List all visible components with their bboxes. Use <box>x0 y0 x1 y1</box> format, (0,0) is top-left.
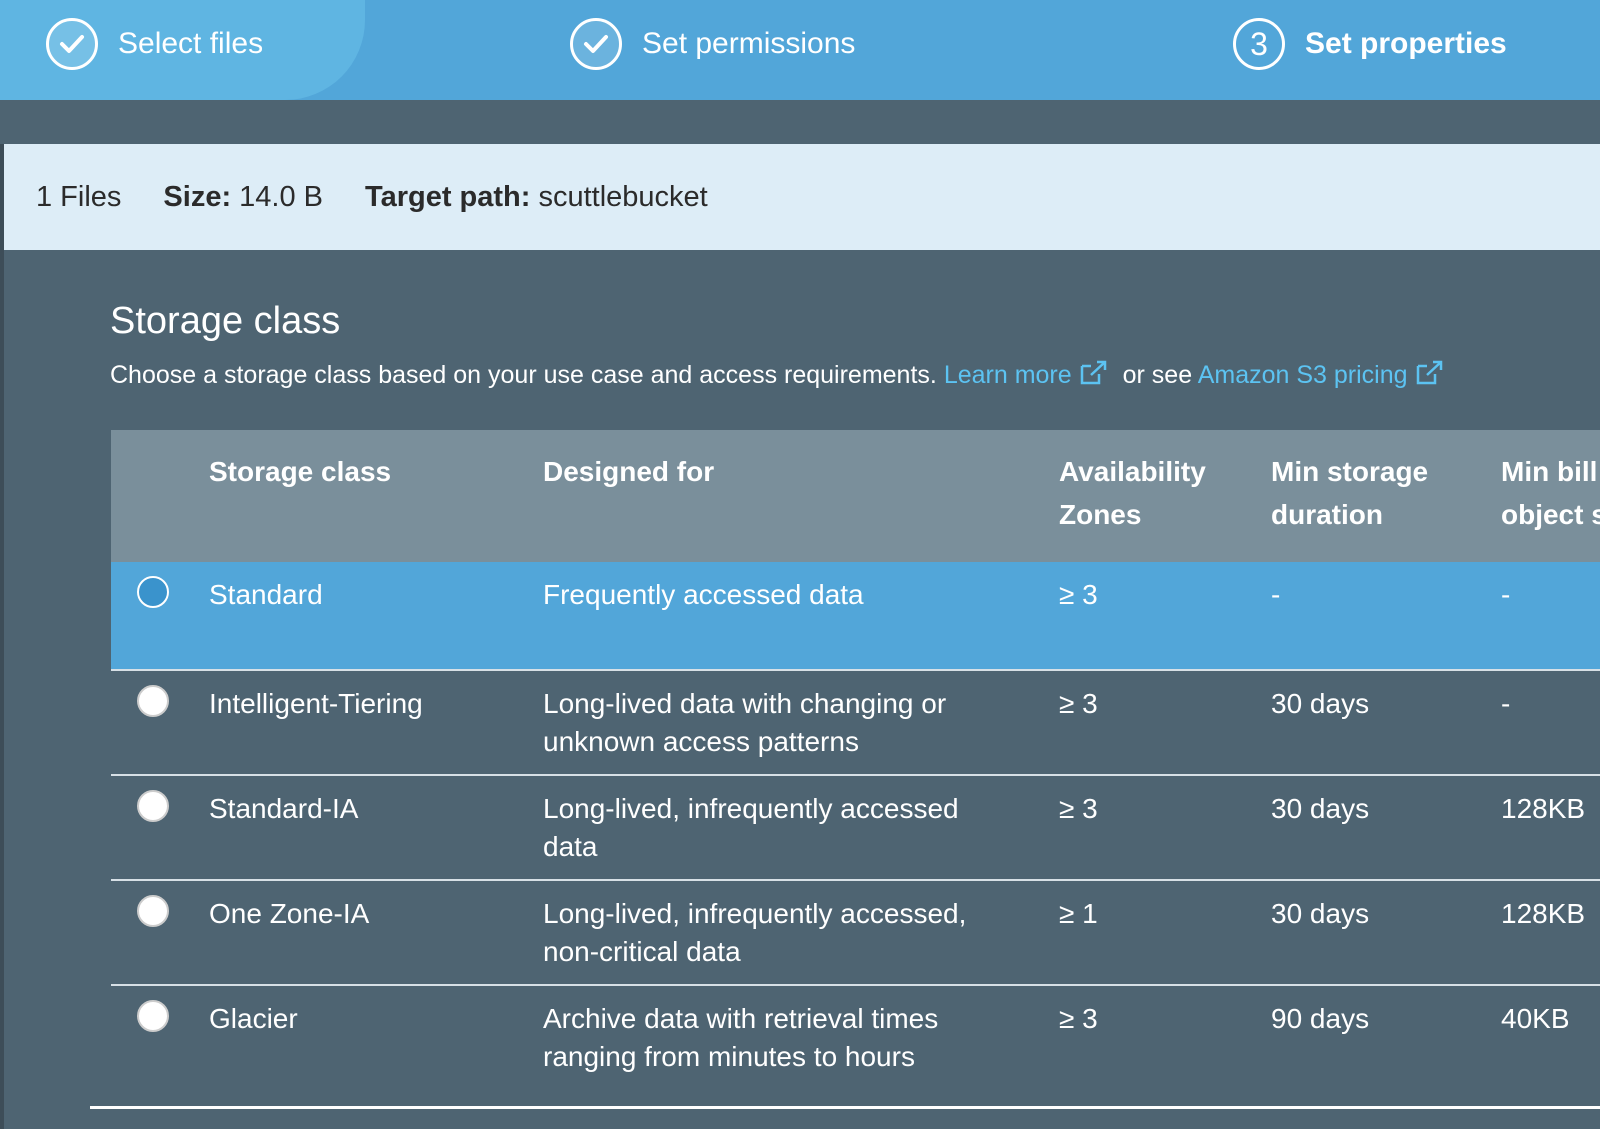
file-size: Size: 14.0 B <box>163 181 323 214</box>
upload-summary-bar: 1 Files Size: 14.0 B Target path: scuttl… <box>4 144 1600 250</box>
text-line: data <box>543 831 598 862</box>
header-line: Min bill <box>1501 456 1598 487</box>
min-billable-size: 128KB <box>1501 793 1586 824</box>
designed-for: Long-lived data with changing or unknown … <box>543 685 946 761</box>
table-row-standard[interactable]: Standard Frequently accessed data ≥ 3 - … <box>111 562 1600 671</box>
availability-zones: ≥ 1 <box>1059 898 1098 929</box>
designed-for: Archive data with retrieval times ranging… <box>543 1000 938 1076</box>
wizard-stepper: Select files Set permissions 3 Set prope… <box>0 0 1600 100</box>
storage-class-name: Intelligent-Tiering <box>209 688 423 719</box>
storage-class-name: One Zone-IA <box>209 898 370 929</box>
step-label: Set properties <box>1305 27 1507 60</box>
min-storage-duration: 30 days <box>1271 793 1370 824</box>
table-bottom-divider <box>90 1106 1600 1109</box>
column-header-designed-for: Designed for <box>543 456 715 487</box>
min-storage-duration: 30 days <box>1271 688 1370 719</box>
checkmark-icon <box>46 18 98 70</box>
text-line: Archive data with retrieval times <box>543 1003 939 1034</box>
text-line: ranging from minutes to hours <box>543 1041 915 1072</box>
text-line: Long-lived data with changing or <box>543 688 947 719</box>
step-select-files[interactable]: Select files <box>46 16 263 72</box>
step-label: Select files <box>118 27 264 60</box>
column-header-storage-class: Storage class <box>209 456 392 487</box>
table-row-one-zone-ia[interactable]: One Zone-IA Long-lived, infrequently acc… <box>111 881 1600 986</box>
header-band <box>0 100 1600 144</box>
section-description: Choose a storage class based on your use… <box>110 360 1452 393</box>
availability-zones: ≥ 3 <box>1059 688 1098 719</box>
min-storage-duration: - <box>1271 579 1281 610</box>
text-line: Long-lived, infrequently accessed <box>543 793 959 824</box>
target-path: Target path: scuttlebucket <box>365 181 708 214</box>
availability-zones: ≥ 3 <box>1059 1003 1098 1034</box>
designed-for: Long-lived, infrequently accessed data <box>543 790 959 866</box>
text-line: unknown access patterns <box>543 726 859 757</box>
header-line: duration <box>1271 499 1383 530</box>
header-line: Zones <box>1059 499 1142 530</box>
radio-button[interactable] <box>137 576 169 608</box>
storage-class-name: Standard <box>209 579 323 610</box>
min-billable-size: 128KB <box>1501 898 1586 929</box>
description-text: Choose a storage class based on your use… <box>110 361 937 389</box>
header-line: Min storage <box>1271 456 1429 487</box>
external-link-icon[interactable] <box>1078 360 1108 393</box>
storage-class-name: Glacier <box>209 1003 298 1034</box>
min-billable-size: - <box>1501 688 1511 719</box>
step-label: Set permissions <box>642 27 856 60</box>
table-row-intelligent-tiering[interactable]: Intelligent-Tiering Long-lived data with… <box>111 671 1600 776</box>
s3-pricing-link[interactable]: Amazon S3 pricing <box>1198 361 1408 389</box>
text-line: non-critical data <box>543 936 741 967</box>
column-header-min-billable-size: Min bill object s <box>1501 450 1600 536</box>
size-value: 14.0 B <box>239 180 324 213</box>
or-see-text: or see <box>1122 361 1193 389</box>
min-billable-size: - <box>1501 579 1511 610</box>
target-path-value: scuttlebucket <box>538 180 708 213</box>
external-link-icon[interactable] <box>1414 360 1444 393</box>
min-billable-size: 40KB <box>1501 1003 1570 1034</box>
learn-more-link[interactable]: Learn more <box>944 361 1072 389</box>
min-storage-duration: 30 days <box>1271 898 1370 929</box>
checkmark-icon <box>570 18 622 70</box>
file-count: 1 Files <box>36 180 122 213</box>
availability-zones: ≥ 3 <box>1059 793 1098 824</box>
section-title: Storage class <box>110 300 341 342</box>
storage-class-table: Storage class Designed for Availability Z… <box>111 430 1600 1091</box>
text-line: Frequently accessed data <box>543 579 864 610</box>
availability-zones: ≥ 3 <box>1059 579 1098 610</box>
size-label: Size: <box>163 180 232 213</box>
radio-button[interactable] <box>137 685 169 717</box>
step-set-permissions[interactable]: Set permissions <box>570 16 855 72</box>
step-set-properties[interactable]: 3 Set properties <box>1233 16 1507 72</box>
column-header-min-storage-duration: Min storage duration <box>1271 450 1428 536</box>
column-header-availability-zones: Availability Zones <box>1059 450 1206 536</box>
radio-button[interactable] <box>137 790 169 822</box>
table-header: Storage class Designed for Availability Z… <box>111 430 1600 562</box>
radio-button[interactable] <box>137 1000 169 1032</box>
table-row-glacier[interactable]: Glacier Archive data with retrieval time… <box>111 986 1600 1091</box>
designed-for: Frequently accessed data <box>543 576 864 614</box>
radio-button[interactable] <box>137 895 169 927</box>
min-storage-duration: 90 days <box>1271 1003 1370 1034</box>
header-line: object s <box>1501 499 1600 530</box>
table-row-standard-ia[interactable]: Standard-IA Long-lived, infrequently acc… <box>111 776 1600 881</box>
storage-class-name: Standard-IA <box>209 793 359 824</box>
target-path-label: Target path: <box>365 180 531 213</box>
designed-for: Long-lived, infrequently accessed, non-cr… <box>543 895 966 971</box>
text-line: Long-lived, infrequently accessed, <box>543 898 967 929</box>
header-line: Availability <box>1059 456 1206 487</box>
step-number-badge: 3 <box>1233 18 1285 70</box>
